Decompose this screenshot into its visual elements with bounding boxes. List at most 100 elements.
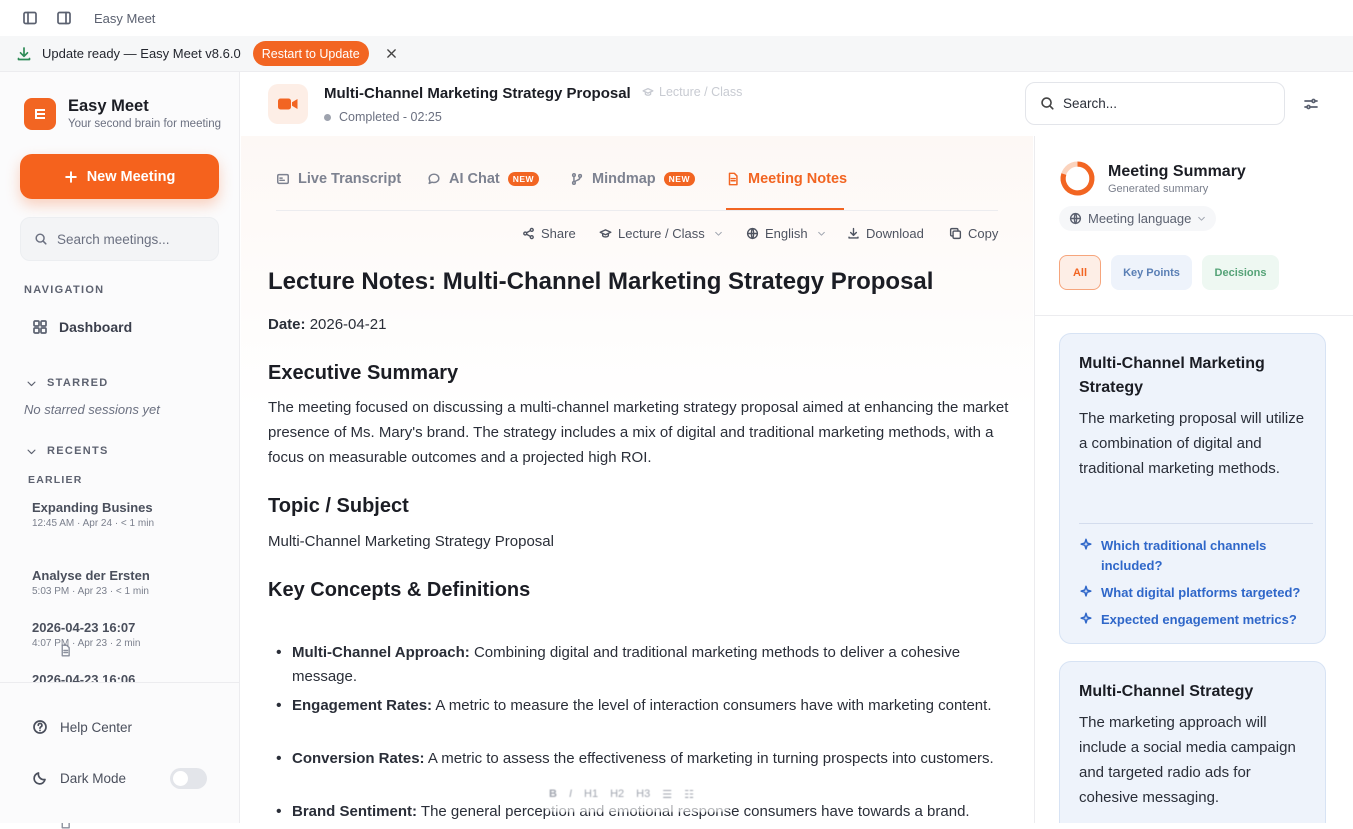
video-camera-icon: [268, 84, 308, 124]
help-center-label: Help Center: [60, 719, 133, 735]
notes-heading: Lecture Notes: Multi-Channel Marketing S…: [268, 268, 934, 295]
global-search-input[interactable]: Search...: [1025, 82, 1285, 125]
language-label: Meeting language: [1088, 211, 1192, 226]
concept-definition: A metric to assess the effectiveness of …: [427, 750, 994, 767]
summary-panel: Meeting Summary Generated summary Meetin…: [1034, 136, 1353, 823]
concept-definition: A metric to measure the level of interac…: [435, 697, 992, 714]
question-text: Expected engagement metrics?: [1101, 612, 1297, 627]
chevron-down-icon: [1198, 216, 1206, 221]
new-meeting-button[interactable]: New Meeting: [20, 154, 219, 199]
toggle-knob: [173, 771, 188, 786]
sliders-icon[interactable]: [1303, 96, 1319, 112]
filter-decisions-button[interactable]: Decisions: [1202, 255, 1279, 290]
tab-label: Mindmap: [592, 171, 656, 187]
question-text: What digital platforms targeted?: [1101, 585, 1301, 600]
tab-bar: Live Transcript AI Chat NEW Mindmap NEW …: [276, 159, 998, 211]
card-divider: [1079, 523, 1313, 524]
numbered-list-icon[interactable]: ☷: [684, 788, 694, 801]
sidebar-item-dashboard[interactable]: Dashboard: [32, 319, 132, 335]
sidebar: Easy Meet Your second brain for meeting …: [0, 72, 240, 829]
share-button[interactable]: Share: [522, 226, 576, 241]
filter-all-button[interactable]: All: [1059, 255, 1101, 290]
tab-mindmap[interactable]: Mindmap NEW: [570, 171, 695, 187]
meetings-search-input[interactable]: Search meetings...: [20, 217, 219, 261]
dark-mode-toggle[interactable]: [170, 768, 207, 789]
globe-icon: [1069, 212, 1082, 225]
copy-button[interactable]: Copy: [949, 226, 998, 241]
meeting-language-select[interactable]: Meeting language: [1059, 206, 1217, 231]
moon-icon: [33, 772, 46, 785]
tab-meeting-notes[interactable]: Meeting Notes: [726, 171, 847, 187]
card-body: The marketing approach will include a so…: [1079, 714, 1296, 806]
grid-icon: [33, 320, 47, 334]
template-select[interactable]: Lecture / Class: [599, 226, 723, 241]
tab-live-transcript[interactable]: Live Transcript: [276, 171, 401, 187]
bullet-list-icon[interactable]: ☰: [662, 788, 672, 801]
update-message: Update ready — Easy Meet v8.6.0: [42, 46, 241, 61]
heading3-button[interactable]: H3: [636, 788, 650, 800]
italic-button[interactable]: I: [569, 788, 572, 800]
notes-toolbar: Share Lecture / Class English Download C…: [241, 226, 1033, 246]
notes-document[interactable]: Lecture Notes: Multi-Channel Marketing S…: [268, 268, 1033, 823]
recent-meta: 12:45 AM · Apr 24 · < 1 min: [32, 518, 155, 529]
suggested-question[interactable]: Which traditional channels included?: [1079, 536, 1313, 576]
exec-summary-line: focus on measurable outcomes and a proje…: [268, 449, 652, 466]
language-select[interactable]: English: [746, 226, 826, 241]
meeting-status: Completed - 02:25: [324, 110, 442, 124]
search-icon: [35, 233, 47, 245]
recent-item[interactable]: Analyse der Ersten 5:03 PM · Apr 23 · < 1…: [32, 568, 150, 725]
recent-item[interactable]: Expanding Busines 12:45 AM · Apr 24 · < 1…: [32, 500, 155, 657]
sidebar-toggle-icon[interactable]: [22, 10, 38, 26]
restart-to-update-button[interactable]: Restart to Update: [252, 41, 369, 66]
close-banner-icon[interactable]: [385, 47, 399, 61]
chevron-down-icon: [27, 381, 36, 386]
summary-header: Meeting Summary Generated summary: [1059, 160, 1246, 197]
status-text: Completed - 02:25: [339, 110, 442, 124]
topic-heading: Topic / Subject: [268, 495, 409, 517]
help-center-link[interactable]: Help Center: [32, 719, 132, 735]
filter-key-points-button[interactable]: Key Points: [1111, 255, 1192, 290]
card-title: Multi-Channel Marketing Strategy: [1079, 355, 1265, 396]
exec-summary-heading: Executive Summary: [268, 362, 459, 384]
transcript-icon: [277, 173, 289, 185]
title-bar: Easy Meet: [0, 0, 1353, 36]
no-starred-message: No starred sessions yet: [24, 402, 160, 417]
brand: Easy Meet Your second brain for meeting: [24, 97, 221, 130]
suggested-question[interactable]: Expected engagement metrics?: [1079, 610, 1313, 630]
recent-meta: 5:03 PM · Apr 23 · < 1 min: [32, 586, 149, 597]
sparkle-icon: [1080, 612, 1092, 624]
card-body: The marketing proposal will utilize a co…: [1079, 410, 1305, 477]
recent-title: Analyse der Ersten: [32, 568, 150, 583]
meeting-type-label: Lecture / Class: [659, 85, 743, 99]
window-title: Easy Meet: [94, 10, 156, 26]
suggested-question[interactable]: What digital platforms targeted?: [1079, 583, 1313, 603]
chevron-down-icon: [27, 449, 36, 454]
heading2-button[interactable]: H2: [610, 788, 624, 800]
copy-icon: [949, 227, 962, 240]
brand-tagline: Your second brain for meeting: [68, 118, 222, 130]
heading1-button[interactable]: H1: [584, 788, 598, 800]
starred-label: STARRED: [47, 377, 109, 389]
earlier-label: EARLIER: [28, 474, 83, 486]
summary-card: Multi-Channel Marketing Strategy The mar…: [1059, 333, 1326, 644]
active-tab-indicator: [726, 208, 844, 210]
dark-mode-label: Dark Mode: [60, 770, 127, 786]
meeting-header: Multi-Channel Marketing Strategy Proposa…: [241, 72, 1033, 136]
recents-section-toggle[interactable]: RECENTS: [26, 445, 109, 457]
meeting-title: Multi-Channel Marketing Strategy Proposa…: [324, 85, 631, 102]
download-button[interactable]: Download: [847, 226, 924, 241]
notes-icon: [728, 172, 738, 186]
new-badge: NEW: [507, 172, 540, 186]
exec-summary-line: presence of Ms. Mary's brand. The strate…: [268, 424, 994, 441]
dashboard-label: Dashboard: [59, 319, 133, 335]
concept-term: Engagement Rates:: [292, 697, 433, 714]
sparkle-icon: [1080, 585, 1092, 597]
panel-toggle-icon[interactable]: [56, 10, 72, 26]
starred-section-toggle[interactable]: STARRED: [26, 377, 108, 389]
tab-ai-chat[interactable]: AI Chat NEW: [427, 171, 540, 187]
recent-item[interactable]: 2026-04-23 16:07 4:07 PM · Apr 23 · 2 min: [32, 620, 140, 777]
card-title: Multi-Channel Strategy: [1079, 683, 1254, 700]
search-placeholder: Search meetings...: [57, 231, 170, 247]
bold-button[interactable]: B: [549, 788, 557, 800]
divider: [1035, 315, 1353, 316]
